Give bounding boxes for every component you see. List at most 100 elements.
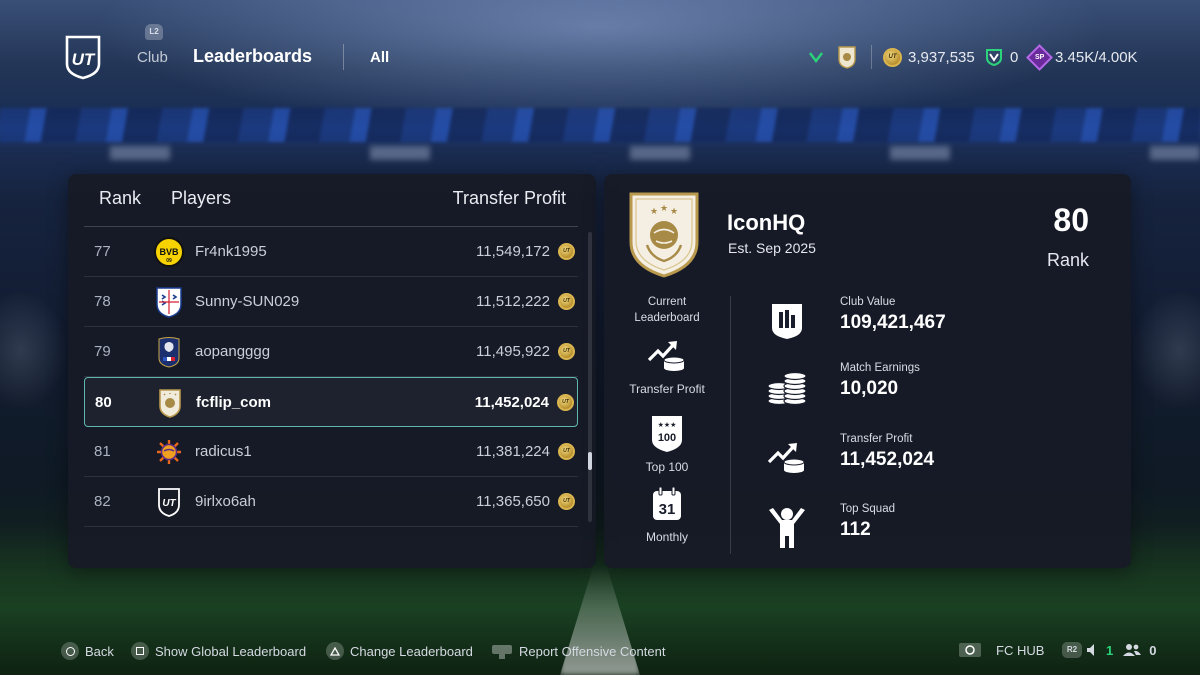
topbar-divider bbox=[871, 45, 872, 69]
svg-text:★★★: ★★★ bbox=[658, 421, 677, 429]
filter-all[interactable]: All bbox=[370, 49, 389, 66]
coin-icon: UT bbox=[558, 343, 575, 360]
stadium-banner bbox=[0, 108, 1200, 142]
chevron-down-icon bbox=[808, 44, 826, 70]
scrollbar-track[interactable] bbox=[588, 232, 592, 522]
row-transfer-profit: 11,452,024 bbox=[474, 393, 549, 411]
bvb-crest-icon: BVB 09 bbox=[154, 237, 184, 267]
l2-button-hint: L2 bbox=[145, 24, 163, 40]
row-rank: 81 bbox=[94, 443, 111, 460]
show-global-leaderboard-button[interactable]: Show Global Leaderboard bbox=[131, 642, 306, 660]
social-status[interactable]: R2 1 0 bbox=[1062, 642, 1156, 658]
stat-value: 109,421,467 bbox=[840, 312, 946, 333]
season-points: SP 3.45K/4.00K bbox=[1026, 43, 1138, 71]
triangle-button-icon bbox=[326, 642, 344, 660]
row-rank: 80 bbox=[95, 393, 112, 411]
top-100-icon: ★★★ 100 bbox=[645, 412, 689, 456]
leaderboard-type-top-100[interactable]: ★★★ 100 Top 100 bbox=[617, 412, 717, 474]
coin-icon: UT bbox=[558, 293, 575, 310]
stat-label: Transfer Profit bbox=[840, 433, 913, 445]
leaderboard-panel: Rank Players Transfer Profit 77 BVB 09 Fr… bbox=[68, 174, 596, 568]
leaderboard-list: 77 BVB 09 Fr4nk1995 11,549,172 UT 78 Sunn… bbox=[84, 227, 578, 527]
leaderboard-row[interactable]: 77 BVB 09 Fr4nk1995 11,549,172 UT bbox=[84, 227, 578, 277]
svg-text:BVB: BVB bbox=[159, 247, 179, 257]
club-badge-icon bbox=[837, 44, 859, 70]
bottom-bar: Back Show Global Leaderboard Change Lead… bbox=[0, 636, 1200, 666]
current-leaderboard-label: Current Leaderboard bbox=[634, 296, 700, 324]
back-label: Back bbox=[85, 643, 114, 659]
stat-label: Match Earnings bbox=[840, 362, 920, 374]
row-transfer-profit: 11,549,172 bbox=[476, 243, 550, 260]
change-leaderboard-button[interactable]: Change Leaderboard bbox=[326, 642, 473, 660]
row-player-name: fcflip_com bbox=[196, 393, 272, 411]
club-details-panel: ★ ★ ★ IconHQ Est. Sep 2025 80 Rank Curre… bbox=[604, 174, 1131, 568]
svg-text:100: 100 bbox=[658, 432, 676, 444]
stat-top-squad: Top Squad 112 bbox=[764, 503, 1104, 553]
coin-icon: UT bbox=[883, 47, 902, 67]
stat-match-earnings: Match Earnings 10,020 bbox=[764, 362, 1104, 412]
leaderboard-row[interactable]: 79 aopangggg 11,495,922 UT bbox=[84, 327, 578, 377]
row-transfer-profit: 11,495,922 bbox=[476, 343, 550, 360]
coins-stack-icon bbox=[764, 364, 810, 410]
column-header-players: Players bbox=[171, 188, 232, 208]
stat-value: 10,020 bbox=[840, 378, 899, 399]
row-player-name: radicus1 bbox=[195, 443, 252, 460]
nav-divider bbox=[343, 44, 344, 70]
change-leaderboard-label: Change Leaderboard bbox=[350, 643, 473, 659]
transfer-profit-icon bbox=[645, 334, 689, 378]
stat-label: Club Value bbox=[840, 296, 896, 308]
coin-value: 3,937,535 bbox=[908, 48, 975, 66]
top-squad-icon bbox=[764, 505, 810, 551]
row-rank: 79 bbox=[94, 343, 111, 360]
icon-crest-icon bbox=[155, 388, 185, 418]
svg-text:★: ★ bbox=[650, 207, 658, 217]
svg-text:★: ★ bbox=[670, 207, 678, 217]
club-name: IconHQ bbox=[727, 210, 806, 235]
stat-club-value: Club Value 109,421,467 bbox=[764, 296, 1104, 346]
svg-text:UT: UT bbox=[72, 50, 96, 69]
top-bar: UT L2 Club Leaderboards All UT 3,937,535… bbox=[0, 0, 1200, 100]
nav-club[interactable]: Club bbox=[137, 49, 168, 66]
scrollbar-thumb[interactable] bbox=[588, 452, 592, 470]
leaderboard-row[interactable]: 82 UT 9irlxo6ah 11,365,650 UT bbox=[84, 477, 578, 527]
svg-text:UT: UT bbox=[162, 498, 176, 509]
friends-icon bbox=[1123, 643, 1142, 657]
svg-text:★: ★ bbox=[660, 204, 668, 214]
club-established: Est. Sep 2025 bbox=[728, 240, 816, 256]
square-button-icon bbox=[131, 642, 149, 660]
leaderboard-row-selected[interactable]: 80 fcflip_com 11,452,024 UT bbox=[84, 377, 578, 427]
report-offensive-content-button[interactable]: Report Offensive Content bbox=[491, 642, 665, 660]
fc-hub-button[interactable]: FC HUB bbox=[958, 642, 1044, 658]
points-value: 0 bbox=[1010, 48, 1019, 66]
row-transfer-profit: 11,381,224 bbox=[476, 443, 550, 460]
leaderboard-row[interactable]: 78 Sunny-SUN029 11,512,222 UT bbox=[84, 277, 578, 327]
r2-button-hint: R2 bbox=[1062, 642, 1082, 658]
background-crest-left bbox=[0, 290, 68, 410]
leaderboard-type-monthly[interactable]: 31 Monthly bbox=[617, 482, 717, 544]
row-rank: 82 bbox=[94, 493, 111, 510]
stat-label: Top Squad bbox=[840, 503, 895, 515]
row-rank: 77 bbox=[94, 243, 111, 260]
coin-icon: UT bbox=[557, 394, 574, 411]
stadium-lights bbox=[0, 146, 1200, 160]
france-crest-icon bbox=[154, 337, 184, 368]
leaderboard-type-label: Monthly bbox=[645, 530, 689, 544]
coin-icon: UT bbox=[558, 493, 575, 510]
column-header-rank: Rank bbox=[99, 188, 142, 208]
transfer-profit-icon bbox=[764, 435, 810, 481]
leaderboard-row[interactable]: 81 radicus1 11,381,224 UT bbox=[84, 427, 578, 477]
coin-balance: UT 3,937,535 bbox=[883, 44, 975, 70]
england-crest-icon bbox=[154, 287, 184, 318]
suns-crest-icon bbox=[154, 437, 184, 467]
coin-icon: UT bbox=[558, 443, 575, 460]
back-button[interactable]: Back bbox=[61, 642, 114, 660]
row-player-name: 9irlxo6ah bbox=[195, 493, 256, 510]
background-crest-right bbox=[1132, 290, 1200, 410]
page-title: Leaderboards bbox=[193, 46, 313, 66]
fc-hub-label: FC HUB bbox=[996, 642, 1045, 658]
leaderboard-header: Rank Players Transfer Profit bbox=[68, 174, 596, 226]
report-label: Report Offensive Content bbox=[519, 643, 666, 659]
leaderboard-type-transfer-profit[interactable]: Transfer Profit bbox=[617, 334, 717, 396]
ut-logo-icon: UT bbox=[65, 35, 101, 80]
points-icon bbox=[986, 49, 1002, 67]
